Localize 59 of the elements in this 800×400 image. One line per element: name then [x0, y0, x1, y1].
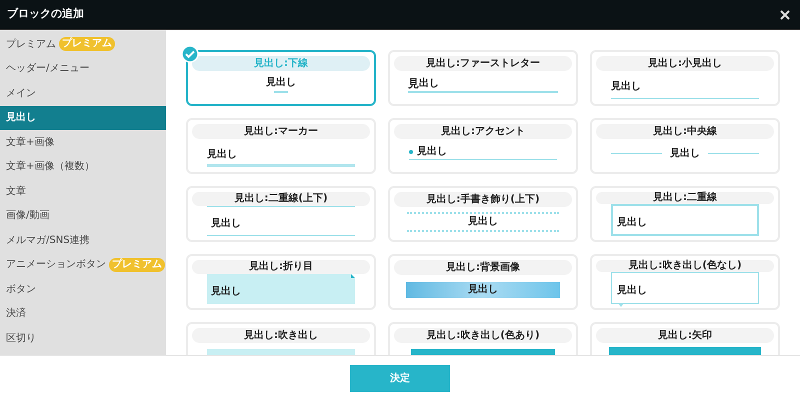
block-card[interactable]: 見出し:マーカー 見出し [186, 118, 376, 174]
block-card[interactable]: 見出し:折り目 見出し [186, 254, 376, 310]
block-card[interactable]: 見出し:二重線(上下) 見出し [186, 186, 376, 242]
block-title: 見出し:マーカー [192, 124, 370, 139]
block-card[interactable]: 見出し:二重線 見出し [590, 186, 780, 242]
block-title: 見出し:背景画像 [394, 260, 572, 275]
heading-sample: 見出し [617, 285, 647, 296]
sidebar-item[interactable]: プレミアム プレミアム [0, 32, 166, 56]
block-card[interactable]: 見出し:背景画像 見出し [388, 254, 578, 310]
block-card[interactable]: 見出し:手書き飾り(上下) 見出し [388, 186, 578, 242]
sidebar-item[interactable]: 画像/動画 [0, 204, 166, 228]
block-title: 見出し:ファーストレター [394, 56, 572, 71]
window-title: ブロックの追加 [7, 6, 84, 22]
block-title: 見出し:吹き出し(色なし) [596, 260, 774, 272]
heading-sample: 見出し [417, 147, 447, 157]
heading-sample: 見出し [468, 284, 498, 294]
block-card[interactable]: 見出し:吹き出し [186, 322, 376, 355]
premium-badge: プレミアム [59, 37, 115, 52]
block-title: 見出し:矢印 [596, 328, 774, 343]
heading-sample: 見出し [207, 149, 237, 160]
block-title: 見出し:小見出し [596, 56, 774, 71]
heading-sample: 見出し [468, 216, 498, 226]
heading-sample: 見出し [670, 148, 700, 158]
sidebar-item[interactable]: 文章 [0, 179, 166, 204]
sidebar-item[interactable]: 決済 [0, 302, 166, 326]
sidebar-item[interactable]: 見出し [0, 106, 166, 130]
block-card[interactable]: 見出し:中央線 見出し [590, 118, 780, 174]
sidebar-item[interactable]: 区切り [0, 326, 166, 350]
close-icon[interactable] [780, 10, 790, 20]
block-title: 見出し:二重線(上下) [192, 192, 370, 206]
block-title: 見出し:二重線 [596, 192, 774, 204]
block-title: 見出し:吹き出し [192, 328, 370, 343]
heading-first-letter-sample: 見出し [408, 78, 558, 93]
block-title: 見出し:アクセント [394, 124, 572, 139]
heading-sample: 見出し [266, 78, 296, 88]
block-title: 見出し:折り目 [192, 260, 370, 274]
block-title: 見出し:手書き飾り(上下) [394, 192, 572, 207]
sidebar-item[interactable]: ヘッダー/メニュー [0, 56, 166, 81]
block-card[interactable]: 見出し:吹き出し(色あり) [388, 322, 578, 355]
sidebar-item[interactable]: 文章+画像（複数） [0, 154, 166, 179]
block-title: 見出し:下線 [192, 56, 370, 71]
block-title: 見出し:中央線 [596, 124, 774, 139]
block-card[interactable]: 見出し:アクセント 見出し [388, 118, 578, 174]
sidebar-item[interactable]: メイン [0, 81, 166, 106]
block-card[interactable]: 見出し:ファーストレター 見出し [388, 50, 578, 106]
block-card[interactable]: 見出し:吹き出し(色なし) 見出し [590, 254, 780, 310]
check-icon [181, 45, 199, 63]
sidebar-item[interactable]: ボタン [0, 277, 166, 302]
heading-sample: 見出し [617, 217, 647, 228]
heading-sample: 見出し [211, 286, 241, 297]
sidebar-item[interactable]: 文章+画像 [0, 130, 166, 154]
heading-sample: 見出し [611, 81, 641, 92]
block-title: 見出し:吹き出し(色あり) [394, 328, 572, 343]
block-card[interactable]: 見出し:小見出し 見出し [590, 50, 780, 106]
block-card[interactable]: 見出し:矢印 [590, 322, 780, 355]
premium-badge: プレミアム [109, 258, 165, 272]
sidebar-item[interactable]: メルマガ/SNS連携 [0, 228, 166, 252]
heading-sample: 見出し [211, 218, 241, 229]
sidebar-item[interactable]: アニメーションボタン プレミアム [0, 252, 166, 277]
